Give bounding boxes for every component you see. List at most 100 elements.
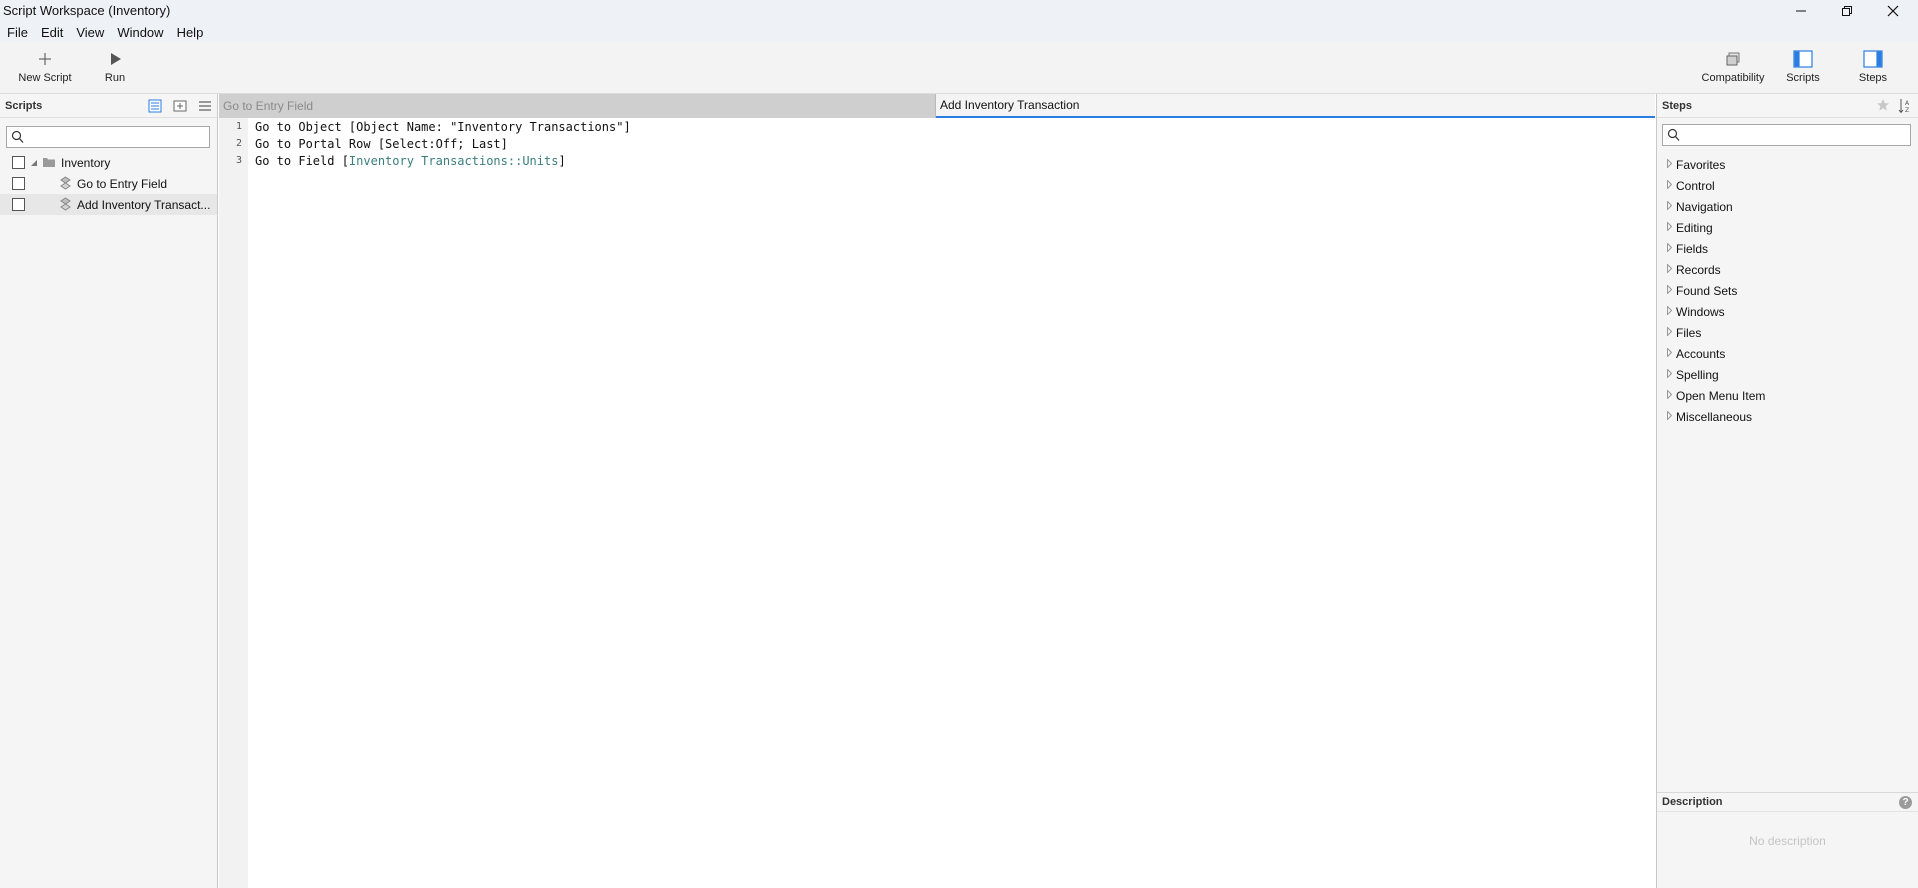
steps-toggle-button[interactable]: Steps xyxy=(1833,48,1913,84)
close-icon xyxy=(1887,5,1899,17)
compatibility-icon xyxy=(1726,52,1740,66)
expand-arrow-icon xyxy=(1667,159,1672,168)
scripts-panel-title: Scripts xyxy=(5,99,43,112)
step-category-editing[interactable]: Editing xyxy=(1657,217,1918,238)
run-button[interactable]: Run xyxy=(75,48,155,84)
tree-label: Inventory xyxy=(61,155,111,170)
scripts-search[interactable] xyxy=(6,126,210,148)
checkbox[interactable] xyxy=(12,156,25,169)
separator-button[interactable] xyxy=(196,98,213,114)
star-icon xyxy=(1877,99,1889,111)
folder-icon xyxy=(43,158,55,167)
plus-icon xyxy=(39,53,51,65)
new-folder-button[interactable] xyxy=(171,98,188,114)
script-icon xyxy=(60,176,71,190)
step-category-label: Open Menu Item xyxy=(1676,388,1766,403)
steps-search-input[interactable] xyxy=(1683,127,1908,143)
sort-icon: AZ xyxy=(1898,99,1910,114)
step-category-favorites[interactable]: Favorites xyxy=(1657,154,1918,175)
expand-arrow-icon xyxy=(1667,264,1672,273)
compatibility-label: Compatibility xyxy=(1701,72,1765,84)
minimize-button[interactable] xyxy=(1778,0,1824,22)
new-script-button[interactable]: New Script xyxy=(5,48,85,84)
expand-arrow-icon xyxy=(1667,222,1672,231)
tree-script-add-inventory-transaction[interactable]: Add Inventory Transact... xyxy=(0,194,217,215)
favorite-button[interactable] xyxy=(1876,98,1890,117)
restore-icon xyxy=(1842,6,1852,16)
step-category-open-menu-item[interactable]: Open Menu Item xyxy=(1657,385,1918,406)
menu-edit[interactable]: Edit xyxy=(34,25,69,40)
scripts-toggle-button[interactable]: Scripts xyxy=(1763,48,1843,84)
step-category-label: Miscellaneous xyxy=(1676,409,1753,424)
search-icon xyxy=(11,130,24,143)
sort-button[interactable]: AZ xyxy=(1898,98,1912,117)
menu-window[interactable]: Window xyxy=(110,25,169,40)
step-category-control[interactable]: Control xyxy=(1657,175,1918,196)
tab-add-inventory-transaction[interactable]: Add Inventory Transaction xyxy=(936,94,1655,118)
step-category-label: Navigation xyxy=(1676,199,1733,214)
step-category-found-sets[interactable]: Found Sets xyxy=(1657,280,1918,301)
step-category-fields[interactable]: Fields xyxy=(1657,238,1918,259)
scripts-label: Scripts xyxy=(1786,72,1820,84)
field-reference[interactable]: Inventory Transactions::Units xyxy=(349,154,559,168)
menu-file[interactable]: File xyxy=(0,25,34,40)
step-category-records[interactable]: Records xyxy=(1657,259,1918,280)
expand-arrow-icon xyxy=(1667,327,1672,336)
script-list-icon xyxy=(148,99,161,113)
expand-arrow-icon[interactable] xyxy=(31,160,38,167)
window-title: Script Workspace (Inventory) xyxy=(3,3,171,18)
help-icon[interactable]: ? xyxy=(1899,796,1912,809)
description-title: Description xyxy=(1662,796,1723,808)
step-name: Go to Field [ xyxy=(255,153,349,168)
scripts-panel: Scripts Inventory Go to Entry Field Add … xyxy=(0,94,218,888)
step-bracket: ] xyxy=(558,153,566,168)
script-step-line[interactable]: 1 Go to Object [Object Name: "Inventory … xyxy=(219,118,631,135)
minimize-icon xyxy=(1796,10,1806,12)
separator-icon xyxy=(198,101,211,111)
tree-label: Go to Entry Field xyxy=(77,176,168,191)
script-editor[interactable]: 1 Go to Object [Object Name: "Inventory … xyxy=(219,118,1655,888)
script-step-text: Go to Portal Row [Select:Off; Last] xyxy=(255,136,508,151)
step-category-label: Editing xyxy=(1676,220,1713,235)
step-category-accounts[interactable]: Accounts xyxy=(1657,343,1918,364)
tree-script-go-to-entry-field[interactable]: Go to Entry Field xyxy=(0,173,217,194)
step-category-miscellaneous[interactable]: Miscellaneous xyxy=(1657,406,1918,427)
new-script-list-button[interactable] xyxy=(146,98,163,114)
line-number: 3 xyxy=(235,155,242,166)
script-tabs: Go to Entry Field Add Inventory Transact… xyxy=(219,94,1655,118)
step-category-windows[interactable]: Windows xyxy=(1657,301,1918,322)
menu-view[interactable]: View xyxy=(69,25,110,40)
compatibility-button[interactable]: Compatibility xyxy=(1693,48,1773,84)
steps-search[interactable] xyxy=(1662,124,1911,146)
restore-button[interactable] xyxy=(1824,0,1870,22)
step-category-label: Spelling xyxy=(1676,367,1719,382)
line-number-gutter xyxy=(219,118,248,888)
steps-panel: Steps AZ Favorites Control Navigation Ed… xyxy=(1656,94,1918,888)
description-text: No description xyxy=(1749,834,1826,848)
menu-help[interactable]: Help xyxy=(170,25,210,40)
step-category-label: Accounts xyxy=(1676,346,1726,361)
steps-panel-title: Steps xyxy=(1662,99,1692,112)
script-step-line[interactable]: 3 Go to Field [Inventory Transactions::U… xyxy=(219,152,566,169)
step-category-navigation[interactable]: Navigation xyxy=(1657,196,1918,217)
step-category-files[interactable]: Files xyxy=(1657,322,1918,343)
tree-folder-inventory[interactable]: Inventory xyxy=(0,152,217,173)
scripts-pane-icon xyxy=(1793,50,1813,68)
expand-arrow-icon xyxy=(1667,180,1672,189)
run-label: Run xyxy=(104,72,126,84)
line-number: 2 xyxy=(235,138,242,149)
checkbox[interactable] xyxy=(12,198,25,211)
close-button[interactable] xyxy=(1870,0,1916,22)
search-icon xyxy=(1667,128,1680,141)
checkbox[interactable] xyxy=(12,177,25,190)
expand-arrow-icon xyxy=(1667,369,1672,378)
tab-go-to-entry-field[interactable]: Go to Entry Field xyxy=(219,94,936,118)
expand-arrow-icon xyxy=(1667,390,1672,399)
scripts-search-input[interactable] xyxy=(27,129,207,145)
step-category-spelling[interactable]: Spelling xyxy=(1657,364,1918,385)
script-step-line[interactable]: 2 Go to Portal Row [Select:Off; Last] xyxy=(219,135,508,152)
toolbar: New Script Run Compatibility Scripts Ste… xyxy=(0,42,1918,94)
expand-arrow-icon xyxy=(1667,285,1672,294)
step-category-label: Files xyxy=(1676,325,1702,340)
expand-arrow-icon xyxy=(1667,411,1672,420)
